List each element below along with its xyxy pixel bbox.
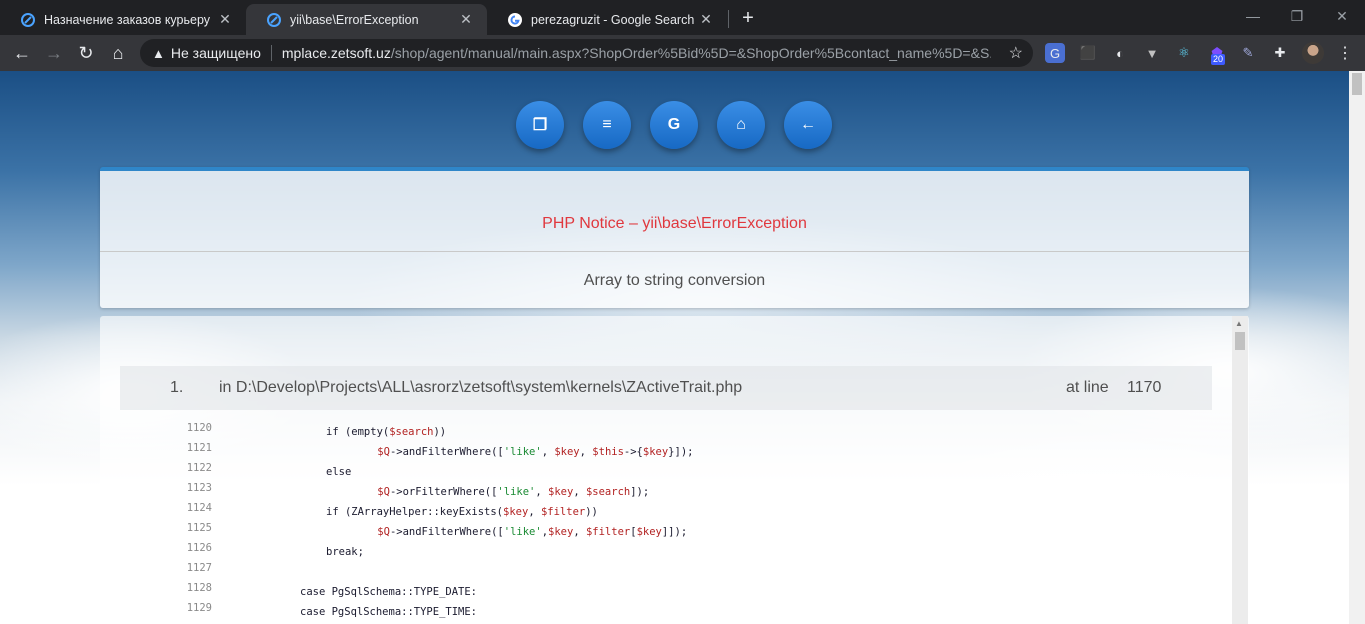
translate-extension-icon[interactable]: G [1045, 43, 1065, 63]
scroll-thumb[interactable] [1235, 332, 1245, 350]
copy-button[interactable]: ❐ [516, 101, 564, 149]
code-line: 1129 case PgSqlSchema::TYPE_TIME: [160, 602, 477, 622]
tab-separator [728, 10, 729, 28]
menu-kebab-icon[interactable]: ⋮ [1336, 42, 1354, 64]
tab-strip: Назначение заказов курьеру ✕ yii\base\Er… [0, 0, 1365, 35]
close-window-button[interactable]: ✕ [1330, 6, 1354, 26]
error-title: PHP Notice – yii\base\ErrorException [542, 215, 807, 232]
error-header-card: PHP Notice – yii\base\ErrorException Arr… [100, 167, 1249, 308]
bookmark-star-icon[interactable]: ☆ [1009, 43, 1023, 63]
tab-assign-orders[interactable]: Назначение заказов курьеру ✕ [0, 4, 246, 35]
browser-toolbar: ← → ↻ ⌂ ▲ Не защищено mplace.zetsoft.uz /… [0, 35, 1365, 71]
code-scrollbar[interactable]: ▲ [1232, 316, 1248, 624]
line-number: 1127 [186, 562, 212, 574]
divider [100, 251, 1249, 252]
frame-file: in D:\Develop\Projects\ALL\asrorz\zetsof… [219, 379, 743, 396]
home-button[interactable]: ⌂ [105, 40, 131, 66]
forward-button[interactable]: → [41, 40, 67, 66]
code-text: $Q->orFilterWhere(['like', $key, $search… [377, 486, 650, 498]
security-status[interactable]: Не защищено [171, 45, 261, 61]
line-number: 1120 [186, 422, 212, 434]
code-text: break; [326, 546, 364, 558]
line-number: 1122 [186, 462, 212, 474]
code-text: if (ZArrayHelper::keyExists($key, $filte… [326, 506, 598, 518]
line-number: 1123 [186, 482, 212, 494]
at-line-label: at line [1066, 379, 1109, 396]
tab-error-exception[interactable]: yii\base\ErrorException ✕ [246, 4, 487, 35]
tab-google-search[interactable]: perezagruzit - Google Search ✕ [487, 4, 727, 35]
toolbar-buttons: ❐ ≡ G ⌂ ← [0, 101, 1349, 149]
zetsoft-icon [20, 12, 36, 28]
frame-number: 1. [170, 379, 184, 396]
frame-line-number: 1170 [1127, 379, 1162, 396]
minimize-button[interactable]: — [1241, 6, 1265, 26]
url-host[interactable]: mplace.zetsoft.uz [282, 45, 391, 61]
google-icon [507, 12, 523, 28]
copy-icon: ❐ [532, 117, 548, 134]
stack-overflow-icon: ≡ [602, 116, 612, 133]
warning-icon[interactable]: ▲ [152, 46, 165, 61]
stackoverflow-button[interactable]: ≡ [583, 101, 631, 149]
code-block: 1120 if (empty($search)) 1121 $Q->andFilte… [160, 422, 694, 622]
profile-avatar[interactable] [1302, 42, 1324, 64]
react-extension-icon[interactable]: ⚛ [1174, 43, 1194, 63]
vue-extension-icon[interactable]: ▼ [1142, 43, 1162, 63]
page-scrollbar[interactable] [1349, 71, 1365, 624]
home-icon: ⌂ [736, 116, 746, 133]
back-button[interactable]: ← [9, 40, 35, 66]
code-text: else [326, 466, 352, 478]
line-number: 1125 [186, 522, 212, 534]
close-tab-icon[interactable]: ✕ [697, 11, 715, 29]
code-text: if (empty($search)) [326, 426, 447, 438]
tab-title: yii\base\ErrorException [290, 12, 419, 27]
line-number: 1128 [186, 582, 212, 594]
code-text: $Q->andFilterWhere(['like', $key, $this-… [377, 446, 694, 458]
scroll-up-icon[interactable]: ▲ [1235, 319, 1243, 328]
line-number: 1121 [186, 442, 212, 454]
address-bar[interactable]: ▲ Не защищено mplace.zetsoft.uz/shop/age… [140, 39, 1033, 67]
error-message: Array to string conversion [583, 272, 766, 289]
stack-frame-header[interactable]: 1. in D:\Develop\Projects\ALL\asrorz\zet… [120, 366, 1212, 410]
reload-button[interactable]: ↻ [73, 40, 99, 66]
extension-badge: 20 [1211, 54, 1226, 65]
extensions-puzzle-icon[interactable]: ✚ [1270, 43, 1290, 63]
line-number: 1124 [186, 502, 212, 514]
home-page-button[interactable]: ⌂ [717, 101, 765, 149]
tab-title: perezagruzit - Google Search [531, 12, 695, 27]
tab-title: Назначение заказов курьеру [44, 12, 211, 27]
stack-trace-card: 1. in D:\Develop\Projects\ALL\asrorz\zet… [100, 316, 1249, 624]
code-text: case PgSqlSchema::TYPE_TIME: [300, 606, 478, 618]
cube-extension-icon[interactable]: ⬛ [1078, 43, 1098, 63]
scroll-thumb[interactable] [1352, 73, 1362, 95]
google-button[interactable]: G [650, 101, 698, 149]
circle-extension-icon[interactable]: ◐ [1110, 43, 1130, 63]
line-number: 1126 [186, 542, 212, 554]
page-viewport: ❐ ≡ G ⌂ ← PHP Notice – yii\base\ErrorExc… [0, 71, 1349, 624]
close-tab-icon[interactable]: ✕ [216, 11, 234, 29]
zetsoft-icon [266, 12, 282, 28]
code-text: $Q->andFilterWhere(['like',$key, $filter… [377, 526, 688, 538]
close-tab-icon[interactable]: ✕ [457, 11, 475, 29]
new-tab-button[interactable]: + [737, 7, 759, 29]
back-page-button[interactable]: ← [784, 101, 832, 149]
code-text: case PgSqlSchema::TYPE_DATE: [300, 586, 478, 598]
arrow-left-icon: ← [800, 116, 816, 133]
url-path[interactable]: /shop/agent/manual/main.aspx?ShopOrder%5… [391, 45, 991, 61]
omnibox-divider [270, 45, 272, 61]
line-number: 1129 [186, 602, 212, 614]
google-icon: G [667, 116, 681, 133]
restore-button[interactable]: ❐ [1285, 6, 1309, 26]
picker-extension-icon[interactable]: ✎ [1238, 43, 1258, 63]
